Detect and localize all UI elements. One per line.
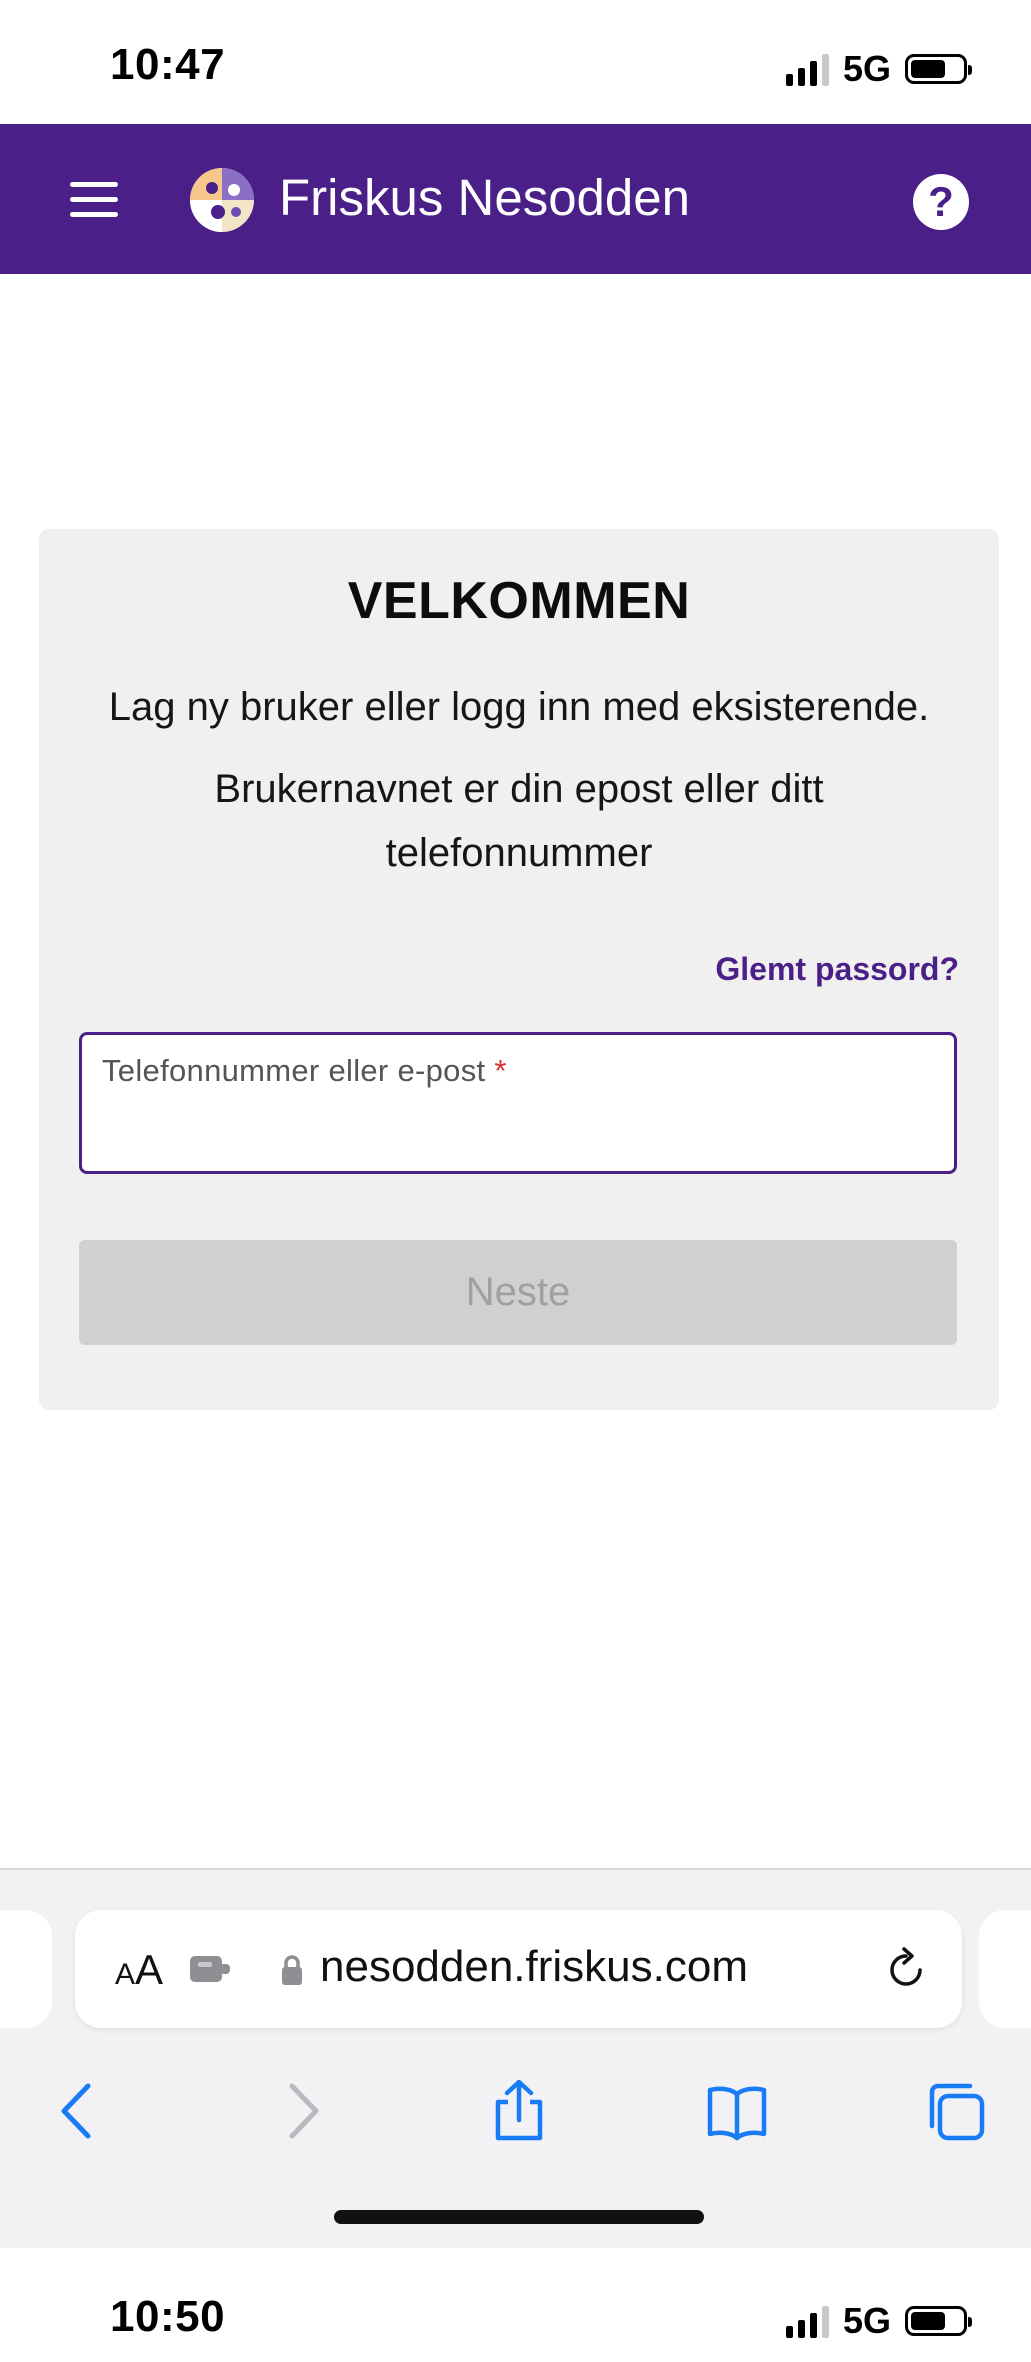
help-icon[interactable]: ? bbox=[913, 174, 969, 230]
status-bar-bottom: 10:50 5G bbox=[0, 2248, 1031, 2362]
next-button[interactable]: Neste bbox=[79, 1240, 957, 1345]
previous-tab-preview[interactable] bbox=[0, 1910, 52, 2028]
required-mark: * bbox=[494, 1053, 507, 1088]
bookmarks-icon[interactable] bbox=[706, 2080, 768, 2142]
text-size-big-glyph: A bbox=[135, 1946, 164, 1993]
battery-icon bbox=[905, 2306, 972, 2336]
welcome-card: VELKOMMEN Lag ny bruker eller logg inn m… bbox=[39, 529, 999, 1410]
card-hint: Brukernavnet er din epost eller ditt tel… bbox=[214, 767, 824, 875]
url-text: nesodden.friskus.com bbox=[320, 1942, 748, 1991]
extension-icon[interactable] bbox=[190, 1954, 232, 1984]
address-bar[interactable]: AA nesodden.friskus.com bbox=[75, 1910, 962, 2028]
status-time: 10:47 bbox=[110, 40, 226, 89]
signal-icon bbox=[785, 2304, 829, 2338]
forgot-password-link[interactable]: Glemt passord? bbox=[715, 951, 959, 988]
username-field-label-text: Telefonnummer eller e-post bbox=[102, 1053, 486, 1088]
network-label: 5G bbox=[842, 48, 891, 89]
text-size-small-glyph: A bbox=[115, 1958, 136, 1991]
safari-toolbar: AA nesodden.friskus.com bbox=[0, 1868, 1031, 2250]
status-time: 10:50 bbox=[110, 2292, 226, 2341]
username-field[interactable]: Telefonnummer eller e-post * bbox=[79, 1032, 957, 1174]
app-header: Friskus Nesodden ? bbox=[0, 124, 1031, 274]
home-indicator bbox=[334, 2210, 704, 2224]
reload-icon[interactable] bbox=[882, 1944, 930, 1992]
status-indicators: 5G bbox=[785, 48, 972, 90]
battery-icon bbox=[905, 54, 972, 84]
app-name: Friskus Nesodden bbox=[279, 169, 691, 226]
username-field-label: Telefonnummer eller e-post * bbox=[102, 1053, 507, 1089]
text-size-button[interactable]: AA bbox=[115, 1946, 163, 1994]
card-subtitle: Lag ny bruker eller logg inn med eksiste… bbox=[108, 685, 930, 729]
back-icon[interactable] bbox=[48, 2080, 110, 2142]
signal-icon bbox=[785, 52, 829, 86]
status-indicators: 5G bbox=[785, 2300, 972, 2342]
share-icon[interactable] bbox=[488, 2080, 550, 2142]
username-input[interactable] bbox=[102, 1105, 936, 1157]
lock-icon bbox=[282, 1955, 302, 1985]
status-bar-top: 10:47 5G bbox=[0, 0, 1031, 124]
network-label: 5G bbox=[842, 2300, 891, 2341]
forward-icon[interactable] bbox=[270, 2080, 332, 2142]
friskus-logo-icon bbox=[190, 168, 254, 232]
next-tab-preview[interactable] bbox=[979, 1910, 1031, 2028]
hamburger-menu-icon[interactable] bbox=[70, 182, 120, 218]
card-title: VELKOMMEN bbox=[347, 572, 691, 630]
safari-nav-row bbox=[0, 2060, 1031, 2170]
tabs-icon[interactable] bbox=[924, 2080, 986, 2142]
